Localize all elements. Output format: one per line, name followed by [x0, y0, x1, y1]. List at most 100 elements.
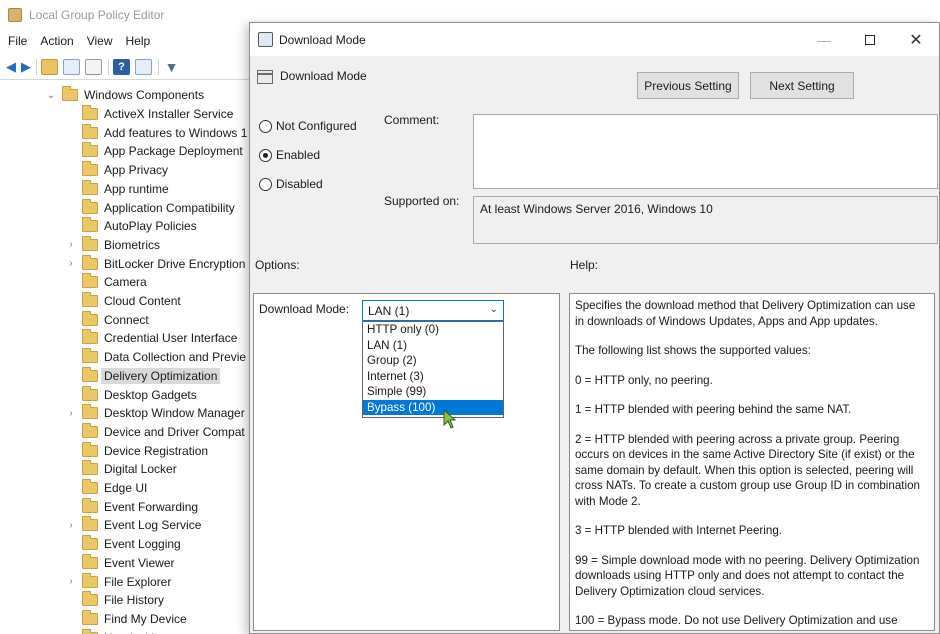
show-hide-tree-icon[interactable] — [63, 58, 80, 75]
tree-item-label: Windows Components — [84, 88, 205, 103]
download-mode-combobox[interactable]: LAN (1) ⌄ — [362, 300, 504, 321]
tree-item-label: Connect — [104, 312, 149, 327]
folder-icon — [82, 142, 98, 158]
radio-disabled[interactable]: Disabled — [259, 176, 323, 192]
help-panel: Specifies the download method that Deliv… — [569, 293, 935, 631]
folder-icon — [82, 422, 98, 438]
up-folder-icon[interactable] — [41, 58, 58, 75]
radio-label-enabled: Enabled — [276, 148, 321, 162]
menu-action[interactable]: Action — [40, 34, 73, 48]
folder-icon — [82, 441, 98, 457]
chevron-right-icon[interactable]: › — [66, 239, 76, 250]
tree-item[interactable]: Connect — [66, 310, 149, 329]
comment-label: Comment: — [384, 113, 440, 127]
radio-not-configured[interactable]: Not Configured — [259, 118, 357, 134]
chevron-right-icon[interactable]: › — [66, 576, 76, 587]
minimize-button[interactable]: — — [801, 23, 847, 56]
radio-label-disabled: Disabled — [276, 177, 323, 191]
chevron-right-icon[interactable]: › — [66, 408, 76, 419]
tree-item[interactable]: Application Compatibility — [66, 198, 235, 217]
tree-item-windows-components[interactable]: ⌄ Windows Components — [46, 86, 204, 105]
help-icon[interactable]: ? — [113, 58, 130, 75]
toolbar-separator — [158, 58, 159, 75]
tree-item[interactable]: App Package Deployment — [66, 142, 243, 161]
forward-arrow-icon[interactable]: ▶ — [20, 59, 32, 75]
tree-item[interactable]: File History — [66, 591, 164, 610]
folder-icon — [82, 292, 98, 308]
tree-item[interactable]: Find My Device — [66, 609, 187, 629]
tree-item[interactable]: Device Registration — [66, 441, 208, 460]
dropdown-option-group[interactable]: Group (2) — [363, 353, 503, 369]
download-mode-dialog: Download Mode — ✕ Download Mode Previous… — [249, 22, 940, 634]
tree-item[interactable]: ActiveX Installer Service — [66, 105, 233, 124]
tree-item-label: Event Logging — [104, 537, 181, 552]
dialog-title: Download Mode — [279, 32, 366, 47]
options-label: Options: — [255, 258, 300, 272]
dropdown-option-simple[interactable]: Simple (99) — [363, 384, 503, 400]
policy-tree: ⌄ Windows Components ActiveX Installer Ser… — [0, 84, 250, 634]
help-label: Help: — [570, 258, 599, 272]
dropdown-option-http-only[interactable]: HTTP only (0) — [363, 322, 503, 338]
setting-name: Download Mode — [280, 69, 367, 83]
chevron-down-icon[interactable]: ⌄ — [490, 304, 498, 315]
folder-icon — [82, 217, 98, 233]
supported-on-label: Supported on: — [384, 194, 460, 208]
tree-item[interactable]: › Biometrics — [66, 235, 161, 255]
tree-item[interactable]: AutoPlay Policies — [66, 217, 197, 236]
folder-icon — [82, 179, 98, 195]
tree-item[interactable]: Event Viewer — [66, 553, 174, 573]
tree-item[interactable]: Data Collection and Previe — [66, 348, 246, 367]
tree-item-label: Desktop Window Manager — [104, 406, 245, 421]
menu-file[interactable]: File — [8, 34, 27, 48]
radio-circle — [259, 177, 272, 191]
close-button[interactable]: ✕ — [893, 23, 939, 56]
tree-item[interactable]: Digital Locker — [66, 460, 177, 479]
tree-item[interactable]: Edge UI — [66, 479, 147, 498]
properties-view-icon[interactable] — [135, 58, 152, 75]
menu-help[interactable]: Help — [126, 34, 151, 48]
filter-icon[interactable]: ▼ — [163, 59, 180, 75]
tree-item[interactable]: Handwriting — [66, 628, 167, 634]
help-paragraph: 0 = HTTP only, no peering. — [575, 373, 713, 387]
tree-item-label: Handwriting — [104, 631, 167, 634]
folder-icon — [82, 516, 98, 532]
dropdown-option-internet[interactable]: Internet (3) — [363, 369, 503, 385]
chevron-down-icon[interactable]: ⌄ — [46, 90, 56, 101]
chevron-right-icon[interactable]: › — [66, 258, 76, 269]
chevron-right-icon[interactable]: › — [66, 520, 76, 531]
tree-item-label: Delivery Optimization — [101, 367, 221, 384]
next-setting-button[interactable]: Next Setting — [750, 72, 854, 99]
folder-icon — [82, 404, 98, 420]
tree-item[interactable]: › BitLocker Drive Encryption — [66, 254, 245, 273]
radio-enabled[interactable]: Enabled — [259, 147, 320, 163]
export-list-icon[interactable] — [85, 58, 102, 75]
tree-item[interactable]: App Privacy — [66, 161, 168, 180]
folder-icon — [62, 86, 78, 102]
back-arrow-icon[interactable]: ◀ — [5, 59, 17, 75]
tree-item[interactable]: › File Explorer — [66, 572, 171, 591]
tree-item[interactable]: Cloud Content — [66, 292, 181, 311]
comment-textarea[interactable] — [473, 114, 938, 189]
previous-setting-button[interactable]: Previous Setting — [637, 72, 739, 99]
tree-item-label: Biometrics — [104, 237, 161, 252]
tree-item[interactable]: Delivery Optimization — [66, 366, 221, 386]
tree-item[interactable]: › Desktop Window Manager — [66, 404, 245, 423]
tree-item[interactable]: Camera — [66, 273, 147, 292]
tree-item[interactable]: Desktop Gadgets — [66, 385, 197, 404]
tree-item-label: Add features to Windows 1 — [104, 125, 248, 140]
tree-item[interactable]: Event Forwarding — [66, 497, 198, 516]
tree-item[interactable]: Add features to Windows 1 — [66, 123, 247, 142]
tree-item[interactable]: App runtime — [66, 179, 169, 199]
tree-item[interactable]: Credential User Interface — [66, 329, 237, 348]
menu-view[interactable]: View — [87, 34, 113, 48]
maximize-button[interactable] — [847, 23, 893, 56]
tree-item[interactable]: Device and Driver Compat — [66, 422, 245, 442]
folder-icon — [82, 366, 98, 382]
dropdown-option-lan[interactable]: LAN (1) — [363, 338, 503, 354]
folder-icon — [82, 273, 98, 289]
tree-item[interactable]: › Event Log Service — [66, 516, 201, 535]
tree-item[interactable]: Event Logging — [66, 535, 181, 554]
radio-circle-selected — [259, 148, 272, 162]
folder-icon — [82, 609, 98, 625]
dropdown-option-bypass[interactable]: Bypass (100) — [363, 399, 503, 415]
